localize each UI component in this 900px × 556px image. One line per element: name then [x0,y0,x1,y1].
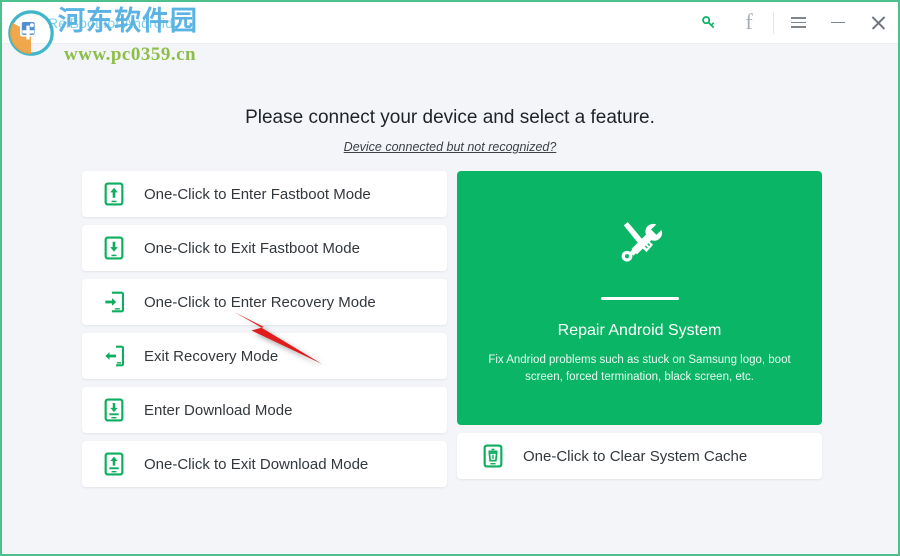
repair-card-description: Fix Andriod problems such as stuck on Sa… [488,354,791,383]
hamburger-menu-icon[interactable] [778,2,818,44]
right-panel: Repair Android System Fix Andriod proble… [457,171,822,495]
enter-fastboot-button[interactable]: One-Click to Enter Fastboot Mode [82,171,447,217]
facebook-glyph: f [745,8,753,34]
option-label: One-Click to Enter Fastboot Mode [144,185,371,203]
page-title: Please connect your device and select a … [245,107,655,128]
close-glyph [871,15,886,30]
clear-system-cache-button[interactable]: One-Click to Clear System Cache [457,433,822,479]
option-label: One-Click to Exit Download Mode [144,455,369,473]
screwdriver-wrench-icon [621,222,662,262]
titlebar: ReiBoot for Android f [2,2,898,44]
left-option-list: One-Click to Enter Fastboot Mode One-Cli… [82,171,447,495]
phone-arrow-up-icon [104,182,124,206]
exit-download-button[interactable]: One-Click to Exit Download Mode [82,441,447,487]
phone-download-icon [104,398,124,422]
phone-arrow-out-icon [105,345,124,367]
titlebar-divider [773,11,774,34]
watermark-url: www.pc0359.cn [64,44,197,65]
exit-recovery-button[interactable]: Exit Recovery Mode [82,333,447,379]
hamburger-glyph [790,17,806,28]
repair-divider [600,297,679,300]
phone-arrow-down-icon [104,236,124,260]
app-window: ReiBoot for Android f 河东软件园 www.pc0359.c… [0,0,900,556]
option-label: Enter Download Mode [144,401,293,419]
phone-trash-icon [483,444,503,468]
main-content: One-Click to Enter Fastboot Mode One-Cli… [82,171,822,495]
exit-fastboot-button[interactable]: One-Click to Exit Fastboot Mode [82,225,447,271]
repair-card-title: Repair Android System [557,322,722,339]
phone-upload-icon [104,452,124,476]
option-label: Exit Recovery Mode [144,347,279,365]
titlebar-controls: f [689,2,898,43]
phone-arrow-in-icon [105,291,124,313]
option-label: One-Click to Clear System Cache [523,447,748,465]
key-icon-svg [702,15,715,28]
close-icon[interactable] [858,2,898,44]
enter-download-button[interactable]: Enter Download Mode [82,387,447,433]
facebook-icon[interactable]: f [729,2,769,44]
key-icon[interactable] [689,2,729,44]
minimize-icon[interactable] [818,2,858,44]
option-label: One-Click to Enter Recovery Mode [144,293,376,311]
option-label: One-Click to Exit Fastboot Mode [144,239,360,257]
repair-android-system-card[interactable]: Repair Android System Fix Andriod proble… [457,171,822,425]
enter-recovery-button[interactable]: One-Click to Enter Recovery Mode [82,279,447,325]
device-not-recognized-link[interactable]: Device connected but not recognized? [2,140,898,154]
minimize-glyph [831,21,845,24]
app-title: ReiBoot for Android [48,14,174,31]
